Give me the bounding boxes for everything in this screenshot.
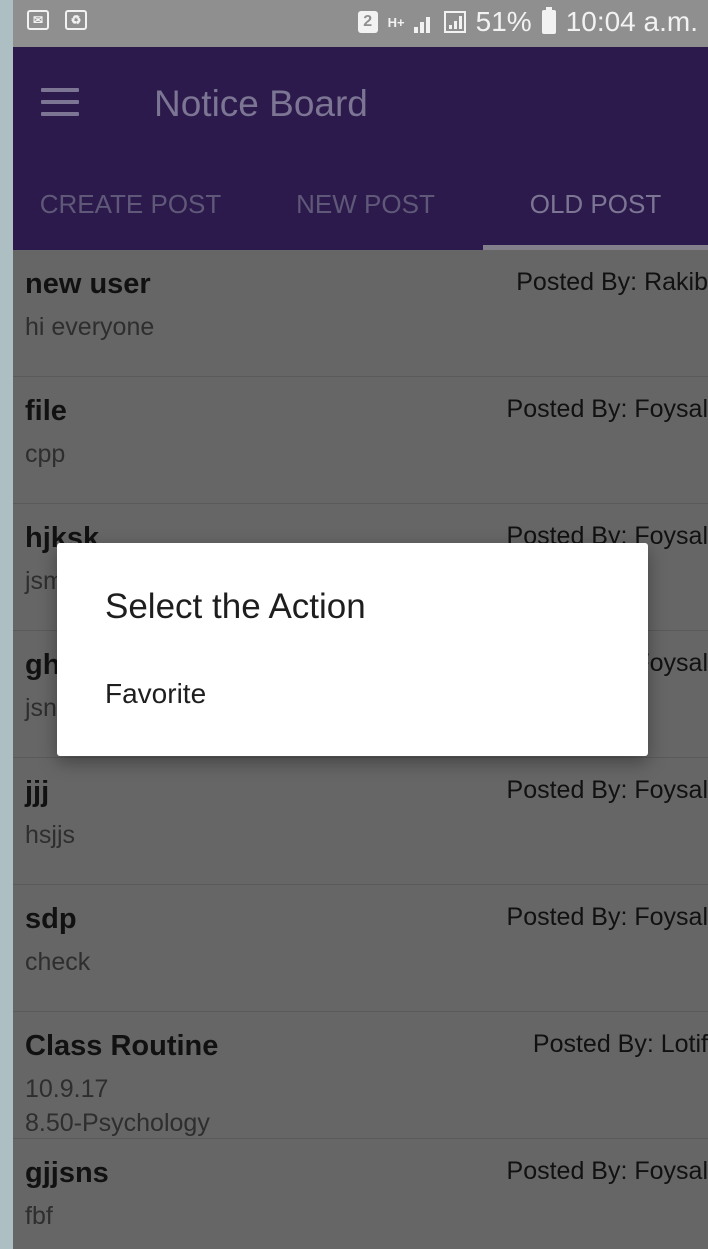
tab-new-post[interactable]: NEW POST: [248, 186, 483, 250]
list-item[interactable]: Class Routine 10.9.17 8.50-Psychology Po…: [13, 1012, 708, 1139]
status-bar: ✉ ♻ 2 H+ 51% 10:04 a.m.: [13, 0, 708, 47]
post-title: sdp: [25, 903, 77, 935]
post-author: Posted By: Lotif: [532, 1030, 708, 1058]
hamburger-menu-icon[interactable]: [41, 88, 79, 116]
post-title: gjjsns: [25, 1157, 109, 1189]
tab-old-post[interactable]: OLD POST: [483, 186, 708, 250]
post-title: new user: [25, 268, 151, 300]
mail-icon: ✉: [27, 10, 49, 30]
favorite-option[interactable]: Favorite: [105, 678, 206, 710]
action-dialog: Select the Action Favorite: [57, 543, 648, 756]
post-body: hi everyone: [25, 313, 155, 341]
list-item[interactable]: jjj hsjjs Posted By: Foysal: [13, 758, 708, 885]
clock: 10:04 a.m.: [565, 6, 698, 37]
post-author: Posted By: Foysal: [506, 776, 708, 804]
signal-icon-2: [443, 11, 466, 33]
list-item[interactable]: sdp check Posted By: Foysal: [13, 885, 708, 1012]
page-title: Notice Board: [154, 83, 368, 124]
app-bar: Notice Board CREATE POST NEW POST OLD PO…: [13, 47, 708, 250]
tab-bar: CREATE POST NEW POST OLD POST: [13, 186, 708, 250]
post-body: check: [25, 948, 91, 976]
post-author: Posted By: Foysal: [506, 903, 708, 931]
sim-icon: 2: [357, 11, 378, 33]
post-body: hsjjs: [25, 821, 76, 849]
signal-icon: [413, 11, 434, 33]
post-body: 10.9.17 8.50-Psychology: [25, 1075, 210, 1137]
battery-icon: [541, 7, 556, 34]
network-type: H+: [387, 14, 405, 30]
post-author: Posted By: Rakib: [516, 268, 708, 296]
post-body: cpp: [25, 440, 66, 468]
post-title: Class Routine: [25, 1030, 219, 1062]
post-author: Posted By: Foysal: [506, 1157, 708, 1185]
list-item[interactable]: file cpp Posted By: Foysal: [13, 377, 708, 504]
list-item[interactable]: gjjsns fbf Posted By: Foysal: [13, 1139, 708, 1249]
post-body: fbf: [25, 1202, 53, 1230]
battery-percent: 51%: [475, 6, 532, 37]
tab-create-post[interactable]: CREATE POST: [13, 186, 248, 250]
list-item[interactable]: new user hi everyone Posted By: Rakib: [13, 250, 708, 377]
post-author: Posted By: Foysal: [506, 395, 708, 423]
recycle-icon: ♻: [65, 10, 87, 30]
post-title: jjj: [25, 776, 50, 808]
post-title: file: [25, 395, 67, 427]
dialog-title: Select the Action: [105, 587, 366, 626]
